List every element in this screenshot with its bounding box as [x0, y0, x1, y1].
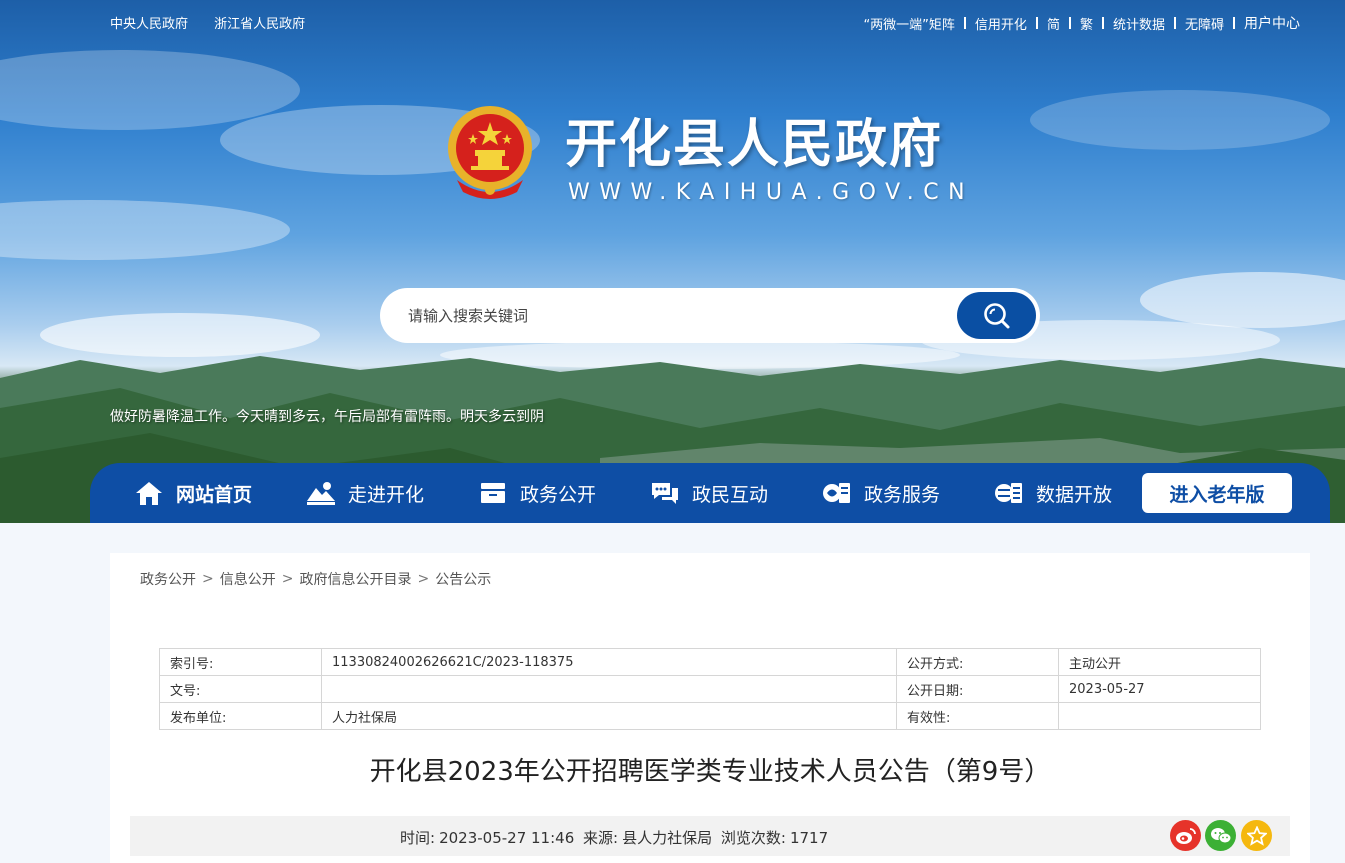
link-accessibility[interactable]: 无障碍 [1185, 14, 1224, 33]
divider [963, 17, 966, 29]
source-value: 县人力社保局 [622, 829, 713, 847]
link-statistics[interactable]: 统计数据 [1113, 14, 1165, 33]
nav-label: 政务公开 [520, 483, 597, 506]
divider [1173, 17, 1176, 29]
meta-label: 发布单位: [159, 702, 322, 730]
link-credit-kaihua[interactable]: 信用开化 [975, 14, 1027, 33]
breadcrumb: 政务公开 > 信息公开 > 政府信息公开目录 > 公告公示 [140, 569, 491, 589]
share-wechat-button[interactable] [1205, 820, 1236, 851]
meta-value: 人力社保局 [321, 702, 897, 730]
meta-label: 公开方式: [896, 648, 1059, 676]
table-row: 索引号: 11330824002626621C/2023-118375 公开方式… [159, 648, 1261, 676]
nav-label: 网站首页 [176, 483, 253, 506]
search-button[interactable] [957, 292, 1036, 339]
meta-value [1058, 702, 1261, 730]
home-icon [134, 478, 164, 508]
nav-label: 数据开放 [1036, 483, 1113, 506]
breadcrumb-separator: > [281, 571, 294, 587]
breadcrumb-separator: > [202, 571, 214, 587]
nav-item-about-kaihua[interactable]: 走进开化 [306, 463, 424, 523]
link-central-government[interactable]: 中央人民政府 [110, 17, 188, 32]
link-traditional[interactable]: 繁 [1080, 14, 1093, 33]
search-icon [983, 302, 1009, 328]
site-title: 开化县人民政府 [565, 114, 944, 175]
table-row: 文号: 公开日期: 2023-05-27 [159, 675, 1261, 703]
nav-item-gov-affairs[interactable]: 政务公开 [478, 463, 596, 523]
meta-label: 公开日期: [896, 675, 1059, 703]
nav-label: 政务服务 [864, 483, 941, 506]
nav-item-open-data[interactable]: 数据开放 [994, 463, 1112, 523]
folder-icon [478, 478, 508, 508]
chat-icon [650, 478, 680, 508]
meta-value: 主动公开 [1058, 648, 1261, 676]
top-links-bar: 中央人民政府 浙江省人民政府 “两微一端”矩阵 信用开化 简 繁 统计数据 无障… [110, 13, 1300, 33]
views-count: 1717 [789, 829, 829, 847]
divider [1233, 17, 1235, 29]
wechat-icon [1210, 827, 1231, 843]
publish-time: 2023-05-27 11:46 [439, 829, 575, 847]
time-label: 时间: [400, 829, 436, 847]
document-meta-table: 索引号: 11330824002626621C/2023-118375 公开方式… [159, 648, 1261, 730]
link-zhejiang-government[interactable]: 浙江省人民政府 [214, 17, 305, 32]
nav-label: 走进开化 [348, 483, 425, 506]
breadcrumb-link[interactable]: 公告公示 [435, 569, 491, 589]
article-info-bar: 时间: 2023-05-27 11:46 来源: 县人力社保局 浏览次数: 1717 [130, 816, 1290, 856]
link-simplified[interactable]: 简 [1047, 14, 1060, 33]
data-icon [994, 478, 1024, 508]
service-icon [822, 478, 852, 508]
search-box [380, 288, 1040, 343]
elder-mode-button[interactable]: 进入老年版 [1142, 473, 1292, 513]
national-emblem-icon[interactable] [445, 104, 535, 200]
meta-label: 文号: [159, 675, 322, 703]
header-banner: 中央人民政府 浙江省人民政府 “两微一端”矩阵 信用开化 简 繁 统计数据 无障… [0, 0, 1345, 523]
views-label: 浏览次数: [720, 829, 786, 847]
star-icon [1246, 825, 1267, 846]
weibo-icon [1175, 827, 1196, 844]
breadcrumb-separator: > [417, 571, 430, 587]
meta-value: 2023-05-27 [1058, 675, 1261, 703]
meta-value: 11330824002626621C/2023-118375 [321, 648, 897, 676]
meta-label: 索引号: [159, 648, 322, 676]
meta-value [321, 675, 897, 703]
divider [1101, 17, 1104, 29]
nav-item-services[interactable]: 政务服务 [822, 463, 940, 523]
table-row: 发布单位: 人力社保局 有效性: [159, 702, 1261, 730]
favorite-button[interactable] [1241, 820, 1272, 851]
meta-label: 有效性: [896, 702, 1059, 730]
link-user-center[interactable]: 用户中心 [1244, 13, 1300, 33]
breadcrumb-link[interactable]: 信息公开 [220, 569, 276, 589]
landscape-icon [306, 478, 336, 508]
weather-ticker: 做好防暑降温工作。今天晴到多云，午后局部有雷阵雨。明天多云到阴 [110, 409, 544, 425]
share-weibo-button[interactable] [1170, 820, 1201, 851]
breadcrumb-link[interactable]: 政务公开 [140, 569, 196, 589]
divider [1035, 17, 1038, 29]
divider [1068, 17, 1071, 29]
article-title: 开化县2023年公开招聘医学类专业技术人员公告（第9号） [369, 757, 1051, 787]
content-panel: 政务公开 > 信息公开 > 政府信息公开目录 > 公告公示 索引号: 11330… [110, 553, 1310, 863]
nav-item-interaction[interactable]: 政民互动 [650, 463, 768, 523]
source-label: 来源: [583, 829, 619, 847]
search-input[interactable] [408, 302, 948, 330]
link-media-matrix[interactable]: “两微一端”矩阵 [863, 14, 954, 33]
nav-item-home[interactable]: 网站首页 [134, 463, 252, 523]
nav-label: 政民互动 [692, 483, 769, 506]
breadcrumb-link[interactable]: 政府信息公开目录 [299, 569, 411, 589]
site-url: WWW.KAIHUA.GOV.CN [568, 180, 975, 205]
